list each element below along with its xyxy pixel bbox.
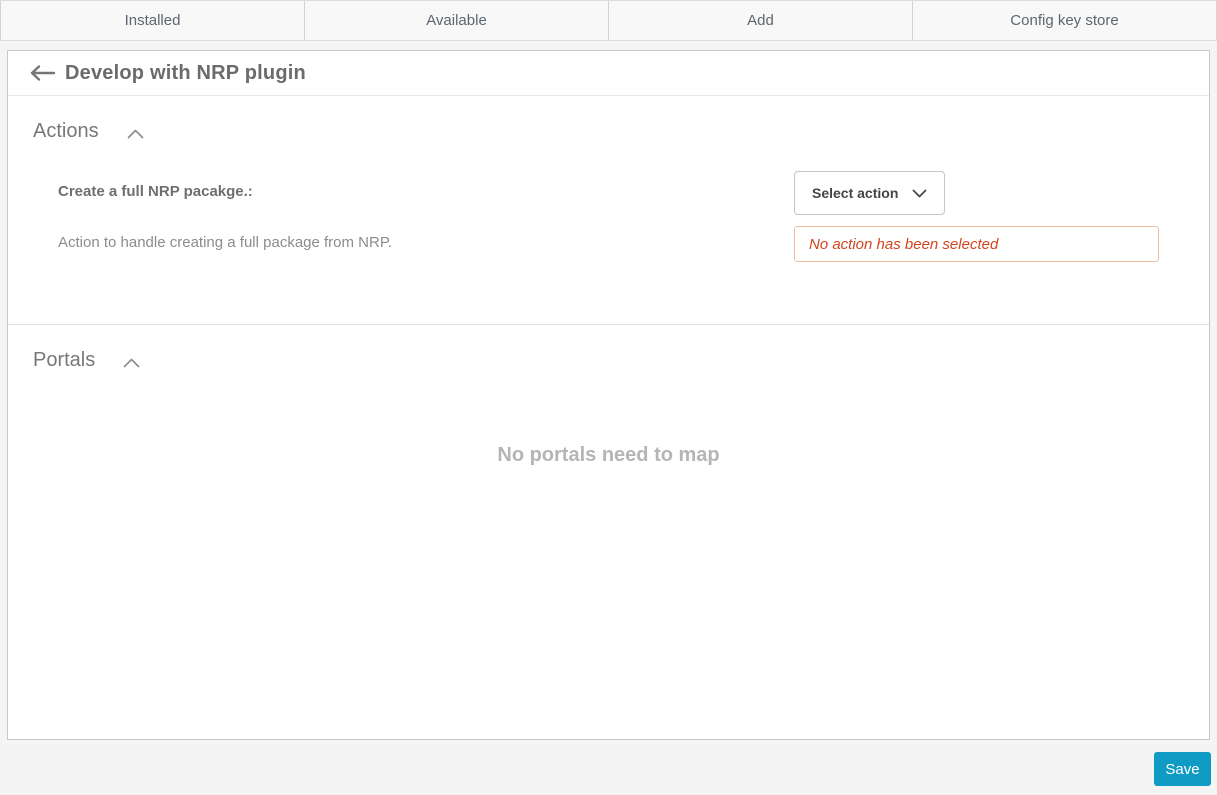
tab-add[interactable]: Add: [609, 1, 913, 40]
validation-error-box: No action has been selected: [794, 226, 1159, 262]
field-info: Create a full NRP pacakge.: Action to ha…: [58, 171, 794, 298]
tab-installed[interactable]: Installed: [0, 1, 305, 40]
portals-section-title: Portals: [33, 349, 96, 371]
portals-section: Portals No portals need to map: [8, 325, 1209, 467]
chevron-up-icon: [123, 358, 140, 368]
tab-config-key-store[interactable]: Config key store: [913, 1, 1217, 40]
footer-bar: Save: [0, 741, 1217, 795]
actions-section-title: Actions: [33, 120, 99, 142]
chevron-down-icon: [912, 189, 927, 198]
field-label: Create a full NRP pacakge.:: [58, 183, 253, 200]
actions-collapse-toggle[interactable]: [127, 125, 144, 139]
select-action-label: Select action: [812, 185, 899, 201]
save-button[interactable]: Save: [1154, 752, 1211, 786]
field-controls: Select action No action has been selecte…: [794, 171, 1159, 298]
plugin-config-panel: Develop with NRP plugin Actions Create a…: [7, 50, 1210, 740]
tab-available[interactable]: Available: [305, 1, 609, 40]
arrow-left-icon: [28, 64, 56, 82]
portals-empty-message: No portals need to map: [497, 444, 720, 466]
tab-bar: Installed Available Add Config key store: [0, 0, 1217, 41]
action-field-row: Create a full NRP pacakge.: Action to ha…: [33, 143, 1184, 298]
back-button[interactable]: [27, 58, 57, 88]
validation-error-text: No action has been selected: [809, 235, 999, 253]
select-action-dropdown[interactable]: Select action: [794, 171, 946, 215]
actions-section: Actions Create a full NRP pacakge.: Acti…: [8, 96, 1209, 298]
actions-section-header: Actions: [33, 96, 1184, 143]
page-title: Develop with NRP plugin: [65, 61, 306, 84]
portals-section-header: Portals: [33, 325, 1184, 372]
chevron-up-icon: [127, 129, 144, 139]
panel-header: Develop with NRP plugin: [8, 51, 1209, 96]
field-description: Action to handle creating a full package…: [58, 234, 393, 251]
portals-collapse-toggle[interactable]: [123, 354, 140, 368]
